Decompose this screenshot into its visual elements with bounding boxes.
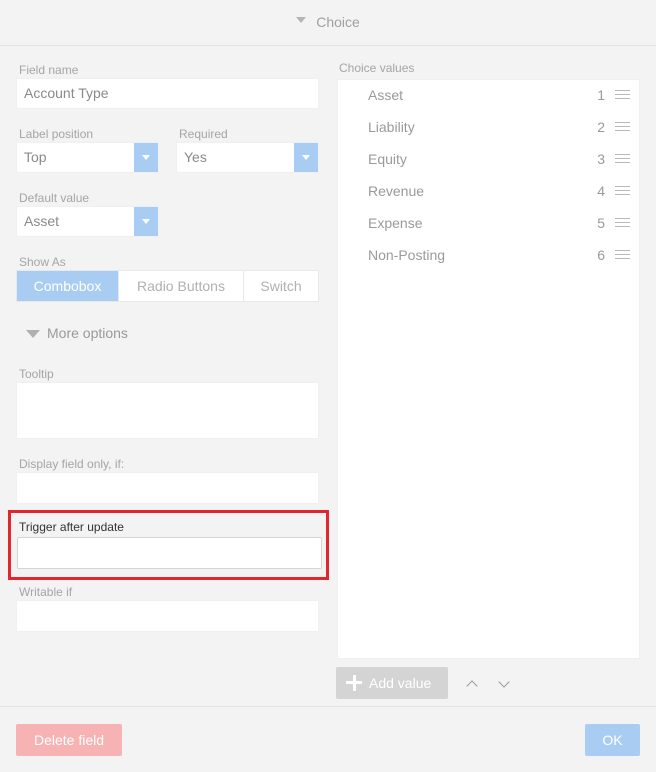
choice-name[interactable]: Liability <box>368 119 415 135</box>
more-options-label: More options <box>47 325 128 341</box>
default-value-value: Asset <box>24 213 60 229</box>
field-name-label: Field name <box>19 63 79 77</box>
label-position-value: Top <box>24 149 47 165</box>
collapse-triangle-icon <box>296 17 307 24</box>
show-as-combobox[interactable]: Combobox <box>17 271 119 301</box>
label-position-label: Label position <box>19 127 94 141</box>
choice-name[interactable]: Revenue <box>368 183 424 199</box>
chevron-down-icon[interactable] <box>134 207 158 236</box>
field-name-input[interactable]: Account Type <box>16 78 319 109</box>
chevron-up-icon[interactable] <box>465 677 481 693</box>
choice-item[interactable]: Expense 5 <box>338 208 639 240</box>
choice-number: 1 <box>597 87 605 103</box>
trigger-after-update-label: Trigger after update <box>19 520 124 534</box>
chevron-down-icon[interactable] <box>497 677 513 693</box>
add-value-label: Add value <box>369 675 432 691</box>
drag-handle-icon[interactable] <box>615 122 630 131</box>
choice-number: 5 <box>597 215 605 231</box>
choice-number: 6 <box>597 247 605 263</box>
tooltip-label: Tooltip <box>19 367 54 381</box>
drag-handle-icon[interactable] <box>615 250 630 259</box>
dialog-title[interactable]: Choice <box>0 14 656 30</box>
required-label: Required <box>179 127 228 141</box>
drag-handle-icon[interactable] <box>615 186 630 195</box>
show-as-switch[interactable]: Switch <box>244 271 318 301</box>
drag-handle-icon[interactable] <box>615 218 630 227</box>
trigger-after-update-input[interactable] <box>17 537 322 569</box>
trigger-after-update-highlight: Trigger after update <box>8 510 329 580</box>
drag-handle-icon[interactable] <box>615 154 630 163</box>
choice-number: 3 <box>597 151 605 167</box>
choice-item[interactable]: Liability 2 <box>338 112 639 144</box>
choice-number: 2 <box>597 119 605 135</box>
choice-name[interactable]: Expense <box>368 215 422 231</box>
choice-item[interactable]: Equity 3 <box>338 144 639 176</box>
display-if-input[interactable] <box>16 472 319 504</box>
choice-name[interactable]: Non-Posting <box>368 247 445 263</box>
show-as-label: Show As <box>19 255 66 269</box>
chevron-down-icon[interactable] <box>134 143 158 172</box>
choice-values-list: Asset 1 Liability 2 Equity 3 Revenue 4 E… <box>337 79 640 659</box>
choice-item[interactable]: Non-Posting 6 <box>338 240 639 272</box>
display-if-label: Display field only, if: <box>19 457 125 471</box>
required-select[interactable]: Yes <box>176 142 319 173</box>
more-options-toggle[interactable]: More options <box>26 325 128 341</box>
choice-number: 4 <box>597 183 605 199</box>
dialog-footer: Delete field OK <box>0 706 656 772</box>
choice-values-label: Choice values <box>339 61 415 75</box>
dialog-header: Choice <box>0 0 656 46</box>
expand-triangle-icon <box>26 330 40 338</box>
default-value-select[interactable]: Asset <box>16 206 159 237</box>
delete-field-button[interactable]: Delete field <box>16 724 122 756</box>
ok-button[interactable]: OK <box>585 724 640 756</box>
choice-item[interactable]: Asset 1 <box>338 80 639 112</box>
dialog-title-text: Choice <box>316 14 360 30</box>
choice-name[interactable]: Asset <box>368 87 403 103</box>
label-position-select[interactable]: Top <box>16 142 159 173</box>
add-value-button[interactable]: Add value <box>336 667 448 699</box>
show-as-radio-buttons[interactable]: Radio Buttons <box>119 271 244 301</box>
required-value: Yes <box>184 149 207 165</box>
drag-handle-icon[interactable] <box>615 90 630 99</box>
plus-icon <box>346 675 362 691</box>
choice-item[interactable]: Revenue 4 <box>338 176 639 208</box>
writable-if-input[interactable] <box>16 600 319 632</box>
tooltip-textarea[interactable] <box>16 382 319 439</box>
writable-if-label: Writable if <box>19 585 73 599</box>
default-value-label: Default value <box>19 191 90 205</box>
show-as-segmented-control: Combobox Radio Buttons Switch <box>16 270 319 302</box>
chevron-down-icon[interactable] <box>294 143 318 172</box>
choice-name[interactable]: Equity <box>368 151 407 167</box>
